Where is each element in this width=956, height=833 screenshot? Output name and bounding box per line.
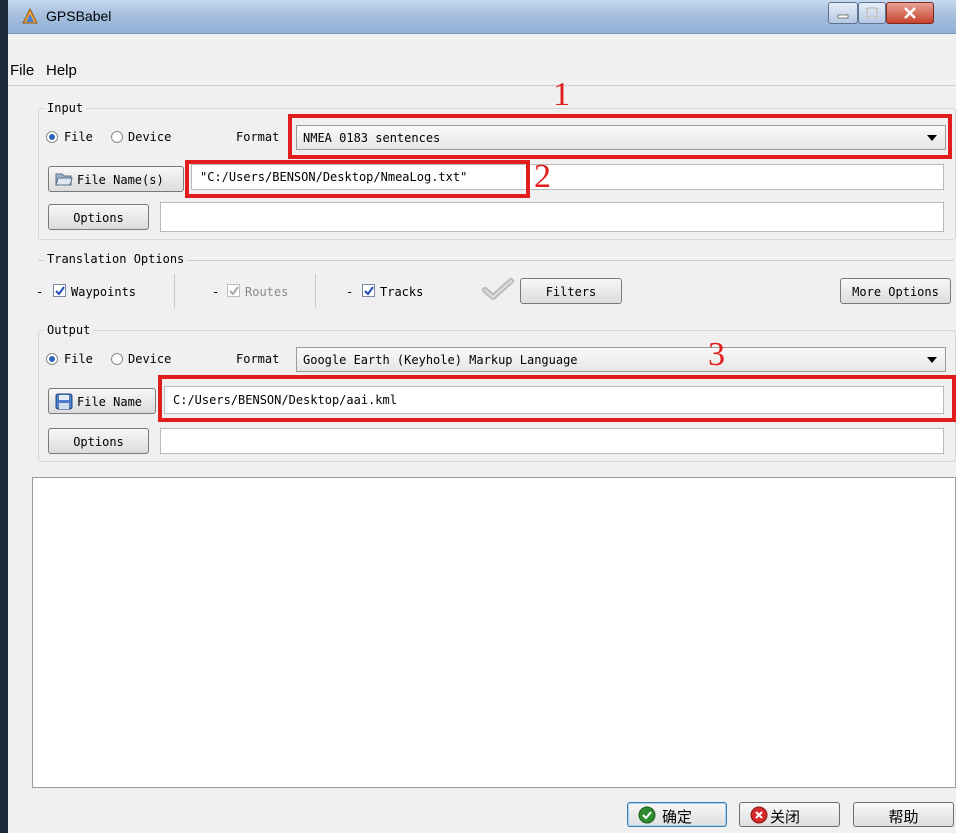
menu-help[interactable]: Help: [46, 62, 77, 79]
minimize-icon: [837, 14, 849, 19]
output-format-select[interactable]: Google Earth (Keyhole) Markup Language: [296, 347, 946, 372]
output-filename-button-label: File Name: [77, 395, 143, 409]
input-device-label: Device: [128, 130, 172, 144]
output-format-value: Google Earth (Keyhole) Markup Language: [303, 353, 578, 367]
output-options-button[interactable]: Options: [48, 428, 149, 454]
routes-label: Routes: [245, 285, 289, 299]
maximize-icon: [866, 7, 878, 18]
menu-divider: [8, 85, 956, 86]
minimize-button[interactable]: [828, 2, 858, 24]
input-format-value: NMEA 0183 sentences: [303, 131, 441, 145]
annotation-label-1: 1: [553, 76, 570, 113]
close-icon: [904, 7, 916, 19]
menu-file[interactable]: File: [10, 62, 34, 79]
tracks-checkbox[interactable]: [362, 284, 375, 297]
help-button[interactable]: 帮助: [853, 802, 954, 827]
separator: [174, 274, 175, 308]
save-disk-icon: [55, 393, 73, 410]
chevron-down-icon: [927, 135, 937, 141]
annotation-label-3: 3: [708, 336, 725, 373]
filters-button[interactable]: Filters: [520, 278, 622, 304]
tracks-label: Tracks: [380, 285, 424, 299]
output-device-label: Device: [128, 352, 172, 366]
output-filename-button[interactable]: File Name: [48, 388, 156, 414]
input-file-radio[interactable]: [46, 131, 58, 143]
waypoints-dash: -: [36, 285, 44, 299]
tracks-dash: -: [346, 285, 354, 299]
checkmark-icon: [364, 286, 374, 296]
close-circle-icon: [750, 806, 768, 824]
more-options-button-label: More Options: [852, 285, 939, 299]
ok-button[interactable]: 确定: [627, 802, 727, 827]
filters-button-label: Filters: [545, 285, 597, 299]
input-format-label: Format: [236, 130, 280, 144]
output-file-radio[interactable]: [46, 353, 58, 365]
output-filename-field[interactable]: C:/Users/BENSON/Desktop/aai.kml: [164, 386, 944, 414]
ok-button-label: 确定: [662, 809, 693, 826]
output-format-label: Format: [236, 352, 280, 366]
checkmark-icon: [55, 286, 65, 296]
log-output-area[interactable]: [32, 477, 956, 788]
gpsbabel-app-icon: [22, 8, 38, 24]
input-options-button[interactable]: Options: [48, 204, 149, 230]
separator: [315, 274, 316, 308]
output-filename-value: C:/Users/BENSON/Desktop/aai.kml: [173, 393, 397, 407]
waypoints-checkbox[interactable]: [53, 284, 66, 297]
output-legend: Output: [44, 323, 94, 337]
input-options-field[interactable]: [160, 202, 944, 232]
ok-check-icon: [638, 806, 656, 824]
waypoints-label: Waypoints: [71, 285, 137, 299]
output-file-label: File: [64, 352, 93, 366]
checkmark-icon: [229, 286, 239, 296]
input-file-label: File: [64, 130, 93, 144]
window-title: GPSBabel: [46, 8, 112, 24]
help-button-label: 帮助: [888, 809, 919, 826]
more-options-button[interactable]: More Options: [840, 278, 951, 304]
close-button-label: 关闭: [770, 809, 801, 826]
input-filename-button[interactable]: File Name(s): [48, 166, 184, 192]
folder-open-icon: [55, 173, 73, 186]
gpsbabel-window: GPSBabel File Help Input File Device For…: [8, 0, 956, 833]
close-button[interactable]: 关闭: [739, 802, 840, 827]
output-options-button-label: Options: [73, 435, 124, 449]
routes-checkbox[interactable]: [227, 284, 240, 297]
menu-bar: File Help: [8, 60, 956, 84]
chevron-down-icon: [927, 357, 937, 363]
routes-dash: -: [212, 285, 220, 299]
title-bar[interactable]: GPSBabel: [8, 0, 956, 34]
filter-check-icon: [482, 278, 514, 300]
annotation-label-2: 2: [534, 158, 551, 195]
maximize-button[interactable]: [858, 2, 886, 24]
input-filename-value: "C:/Users/BENSON/Desktop/NmeaLog.txt": [200, 170, 468, 184]
close-window-button[interactable]: [886, 2, 934, 24]
input-device-radio[interactable]: [111, 131, 123, 143]
input-legend: Input: [44, 101, 87, 115]
output-device-radio[interactable]: [111, 353, 123, 365]
input-options-button-label: Options: [73, 211, 124, 225]
input-filename-button-label: File Name(s): [77, 173, 164, 187]
output-options-field[interactable]: [160, 428, 944, 454]
input-filename-field[interactable]: "C:/Users/BENSON/Desktop/NmeaLog.txt": [191, 164, 944, 190]
translation-legend: Translation Options: [44, 252, 188, 266]
input-format-select[interactable]: NMEA 0183 sentences: [296, 125, 946, 150]
